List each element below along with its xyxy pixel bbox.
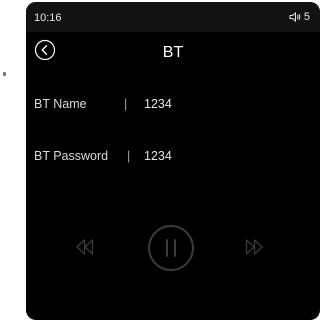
field-separator: | — [127, 149, 131, 163]
bt-password-value[interactable]: 1234 — [144, 149, 172, 163]
field-separator: | — [124, 97, 128, 111]
speaker-icon — [289, 12, 301, 22]
rewind-icon — [76, 239, 94, 255]
bt-name-label: BT Name — [34, 97, 87, 111]
status-bar: 10:16 5 — [26, 2, 320, 32]
previous-track-button[interactable] — [75, 237, 95, 257]
volume-level: 5 — [303, 11, 310, 23]
edge-marker — [3, 72, 6, 76]
bt-name-row: BT Name | 1234 — [34, 94, 314, 114]
fast-forward-icon — [245, 239, 263, 255]
volume-indicator: 5 — [289, 11, 310, 23]
left-edge — [0, 0, 10, 323]
bt-name-value[interactable]: 1234 — [144, 97, 172, 111]
bt-password-label: BT Password — [34, 149, 109, 163]
play-pause-button[interactable] — [147, 224, 195, 272]
pause-icon — [148, 225, 194, 271]
bt-password-row: BT Password | 1234 — [34, 146, 314, 166]
device-screen: 10:16 5 BT BT Name | 1234 BT Password | … — [26, 2, 320, 320]
next-track-button[interactable] — [244, 237, 264, 257]
status-time: 10:16 — [34, 12, 62, 24]
page-title: BT — [162, 44, 184, 61]
